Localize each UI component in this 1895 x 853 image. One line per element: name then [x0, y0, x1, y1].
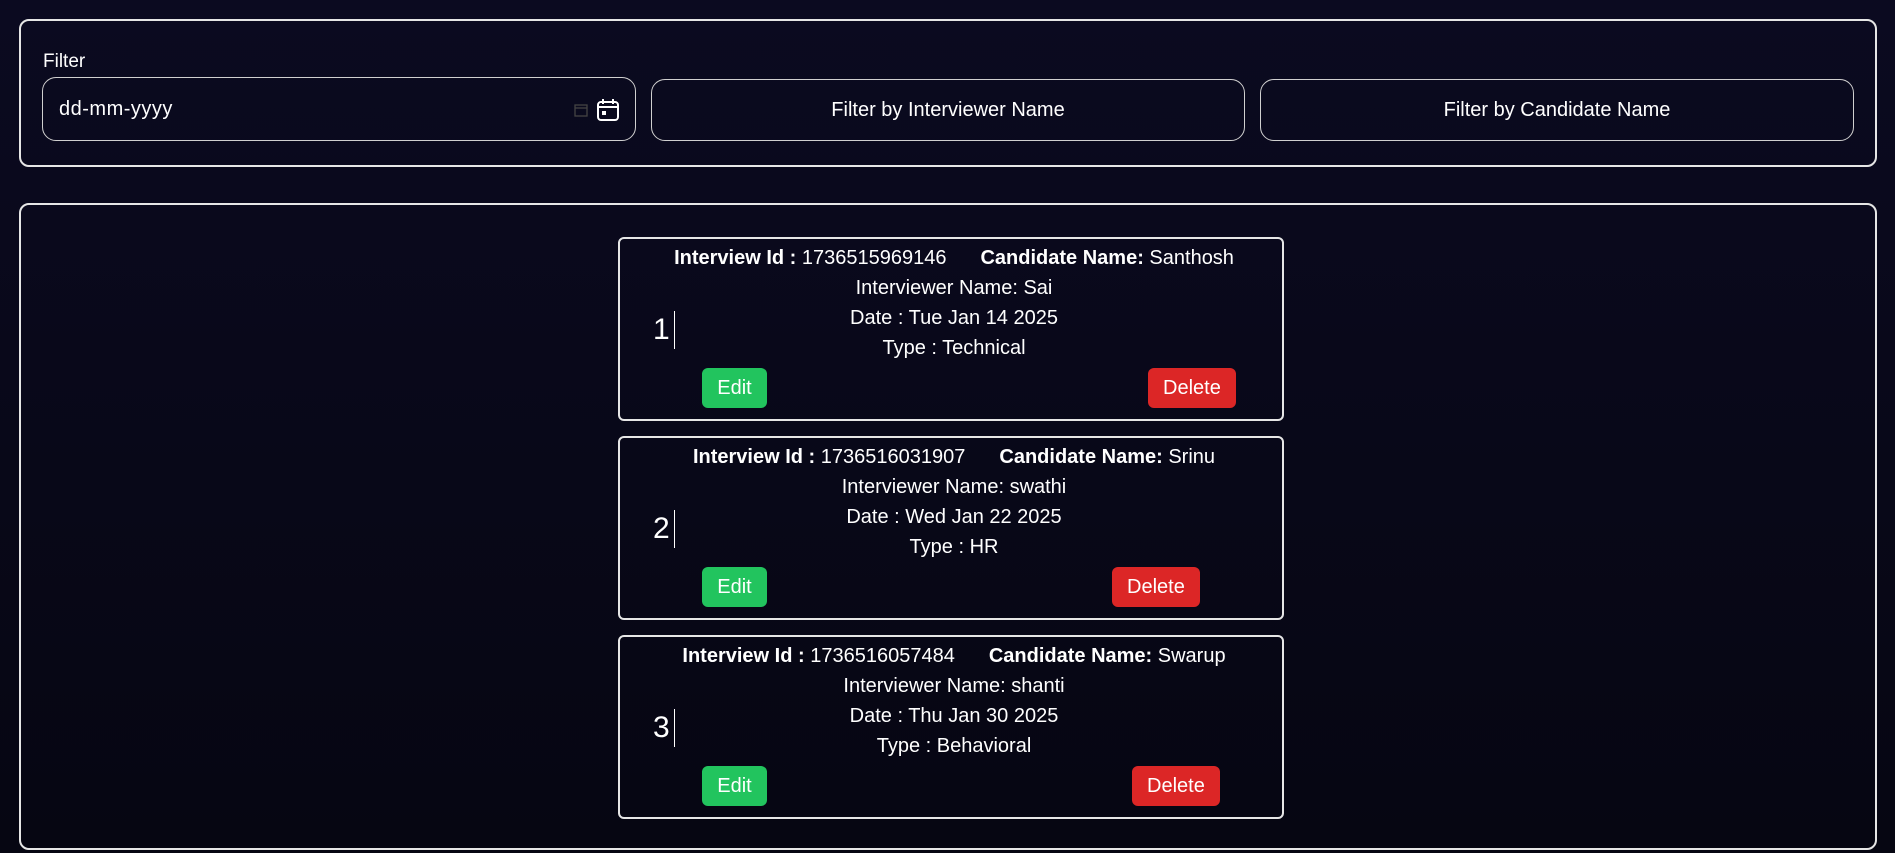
card-details: Interview Id : 1736515969146 Candidate N… [670, 243, 1238, 363]
type-value: Technical [942, 337, 1026, 359]
interview-id-label: Interview Id : [692, 446, 816, 468]
date-value: Tue Jan 14 2025 [908, 307, 1058, 329]
delete-button[interactable]: Delete [1132, 766, 1220, 806]
interviewer-filter-input[interactable]: Filter by Interviewer Name [651, 79, 1245, 141]
type-value: Behavioral [936, 735, 1032, 757]
interview-card: 3 Interview Id : 1736516057484 Candidate… [618, 635, 1284, 819]
delete-button[interactable]: Delete [1112, 567, 1200, 607]
filter-label: Filter [43, 51, 86, 72]
candidate-name-label: Candidate Name: [988, 645, 1153, 667]
candidate-name-label: Candidate Name: [980, 247, 1144, 269]
interviewer-name-label: Interviewer Name: [841, 476, 1004, 498]
candidate-name-label: Candidate Name: [999, 446, 1163, 468]
calendar-icon[interactable] [595, 97, 621, 123]
interviewer-name-value: swathi [1009, 476, 1067, 498]
date-filter-input[interactable]: dd-mm-yyyy [42, 77, 636, 141]
delete-button[interactable]: Delete [1148, 368, 1236, 408]
interviewer-filter-placeholder: Filter by Interviewer Name [831, 98, 1065, 121]
interviewer-name-label: Interviewer Name: [855, 277, 1018, 299]
filter-panel: Filter dd-mm-yyyy Filter by Interviewer … [19, 19, 1877, 167]
date-label: Date : [846, 506, 900, 528]
card-details: Interview Id : 1736516057484 Candidate N… [670, 641, 1238, 761]
date-placeholder: dd-mm-yyyy [59, 98, 173, 120]
type-label: Type : [909, 536, 965, 558]
interview-id-value: 1736516031907 [820, 446, 966, 468]
candidate-name-value: Santhosh [1149, 247, 1234, 269]
card-details: Interview Id : 1736516031907 Candidate N… [670, 442, 1238, 562]
interview-id-label: Interview Id : [674, 247, 797, 269]
interviewer-name-label: Interviewer Name: [843, 675, 1006, 697]
date-label: Date : [850, 307, 904, 329]
type-label: Type : [876, 735, 932, 757]
calendar-small-icon [574, 104, 588, 117]
type-label: Type : [882, 337, 937, 359]
date-value: Thu Jan 30 2025 [908, 705, 1059, 727]
interview-id-value: 1736516057484 [810, 645, 955, 667]
interview-id-label: Interview Id : [682, 645, 805, 667]
interview-list-panel: 1 Interview Id : 1736515969146 Candidate… [19, 203, 1877, 850]
interview-card: 1 Interview Id : 1736515969146 Candidate… [618, 237, 1284, 421]
candidate-filter-input[interactable]: Filter by Candidate Name [1260, 79, 1854, 141]
interviewer-name-value: shanti [1011, 675, 1065, 697]
interviewer-name-value: Sai [1023, 277, 1053, 299]
edit-button[interactable]: Edit [702, 567, 767, 607]
date-value: Wed Jan 22 2025 [905, 506, 1062, 528]
date-label: Date : [849, 705, 904, 727]
edit-button[interactable]: Edit [702, 766, 767, 806]
interview-id-value: 1736515969146 [801, 247, 947, 269]
edit-button[interactable]: Edit [702, 368, 767, 408]
type-value: HR [969, 536, 999, 558]
interview-card: 2 Interview Id : 1736516031907 Candidate… [618, 436, 1284, 620]
candidate-name-value: Swarup [1157, 645, 1226, 667]
candidate-filter-placeholder: Filter by Candidate Name [1443, 98, 1671, 121]
candidate-name-value: Srinu [1168, 446, 1216, 468]
